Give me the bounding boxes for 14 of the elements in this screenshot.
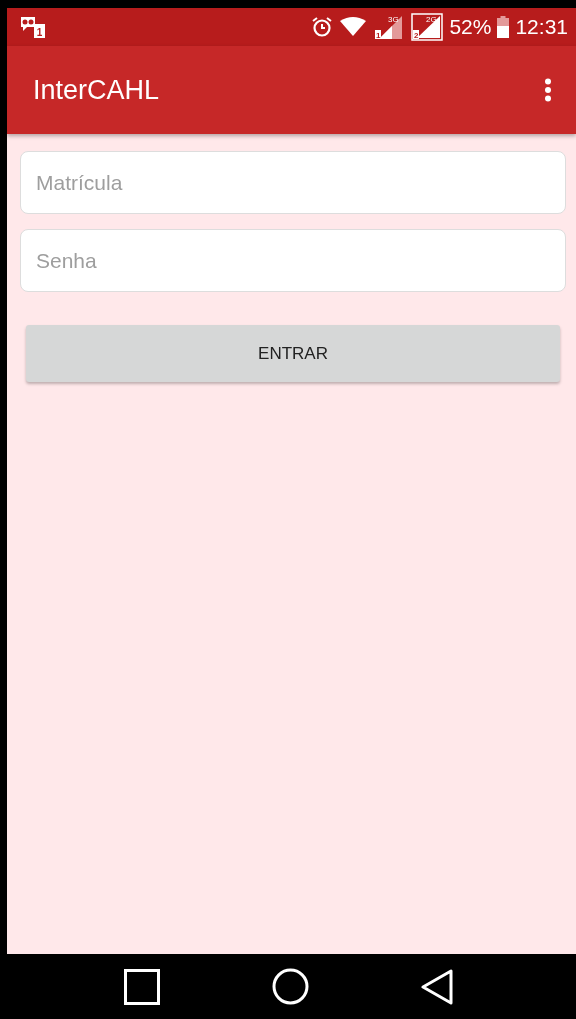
- more-menu-icon[interactable]: [544, 78, 552, 102]
- recent-apps-icon[interactable]: [124, 968, 160, 1005]
- wifi-icon: [339, 17, 368, 37]
- login-button[interactable]: ENTRAR: [26, 325, 560, 382]
- input-field[interactable]: Senha: [20, 229, 566, 292]
- alarm-icon: [311, 16, 334, 38]
- home-icon[interactable]: [272, 968, 309, 1005]
- battery-percent: 52%: [449, 15, 492, 39]
- app-title: InterCAHL: [33, 74, 160, 106]
- input-field[interactable]: Matrícula: [20, 151, 566, 214]
- clock-time: 12:31: [515, 15, 568, 39]
- back-icon[interactable]: [421, 968, 453, 1005]
- signal-icon: 2G 2: [411, 13, 444, 41]
- battery-icon: [497, 16, 510, 38]
